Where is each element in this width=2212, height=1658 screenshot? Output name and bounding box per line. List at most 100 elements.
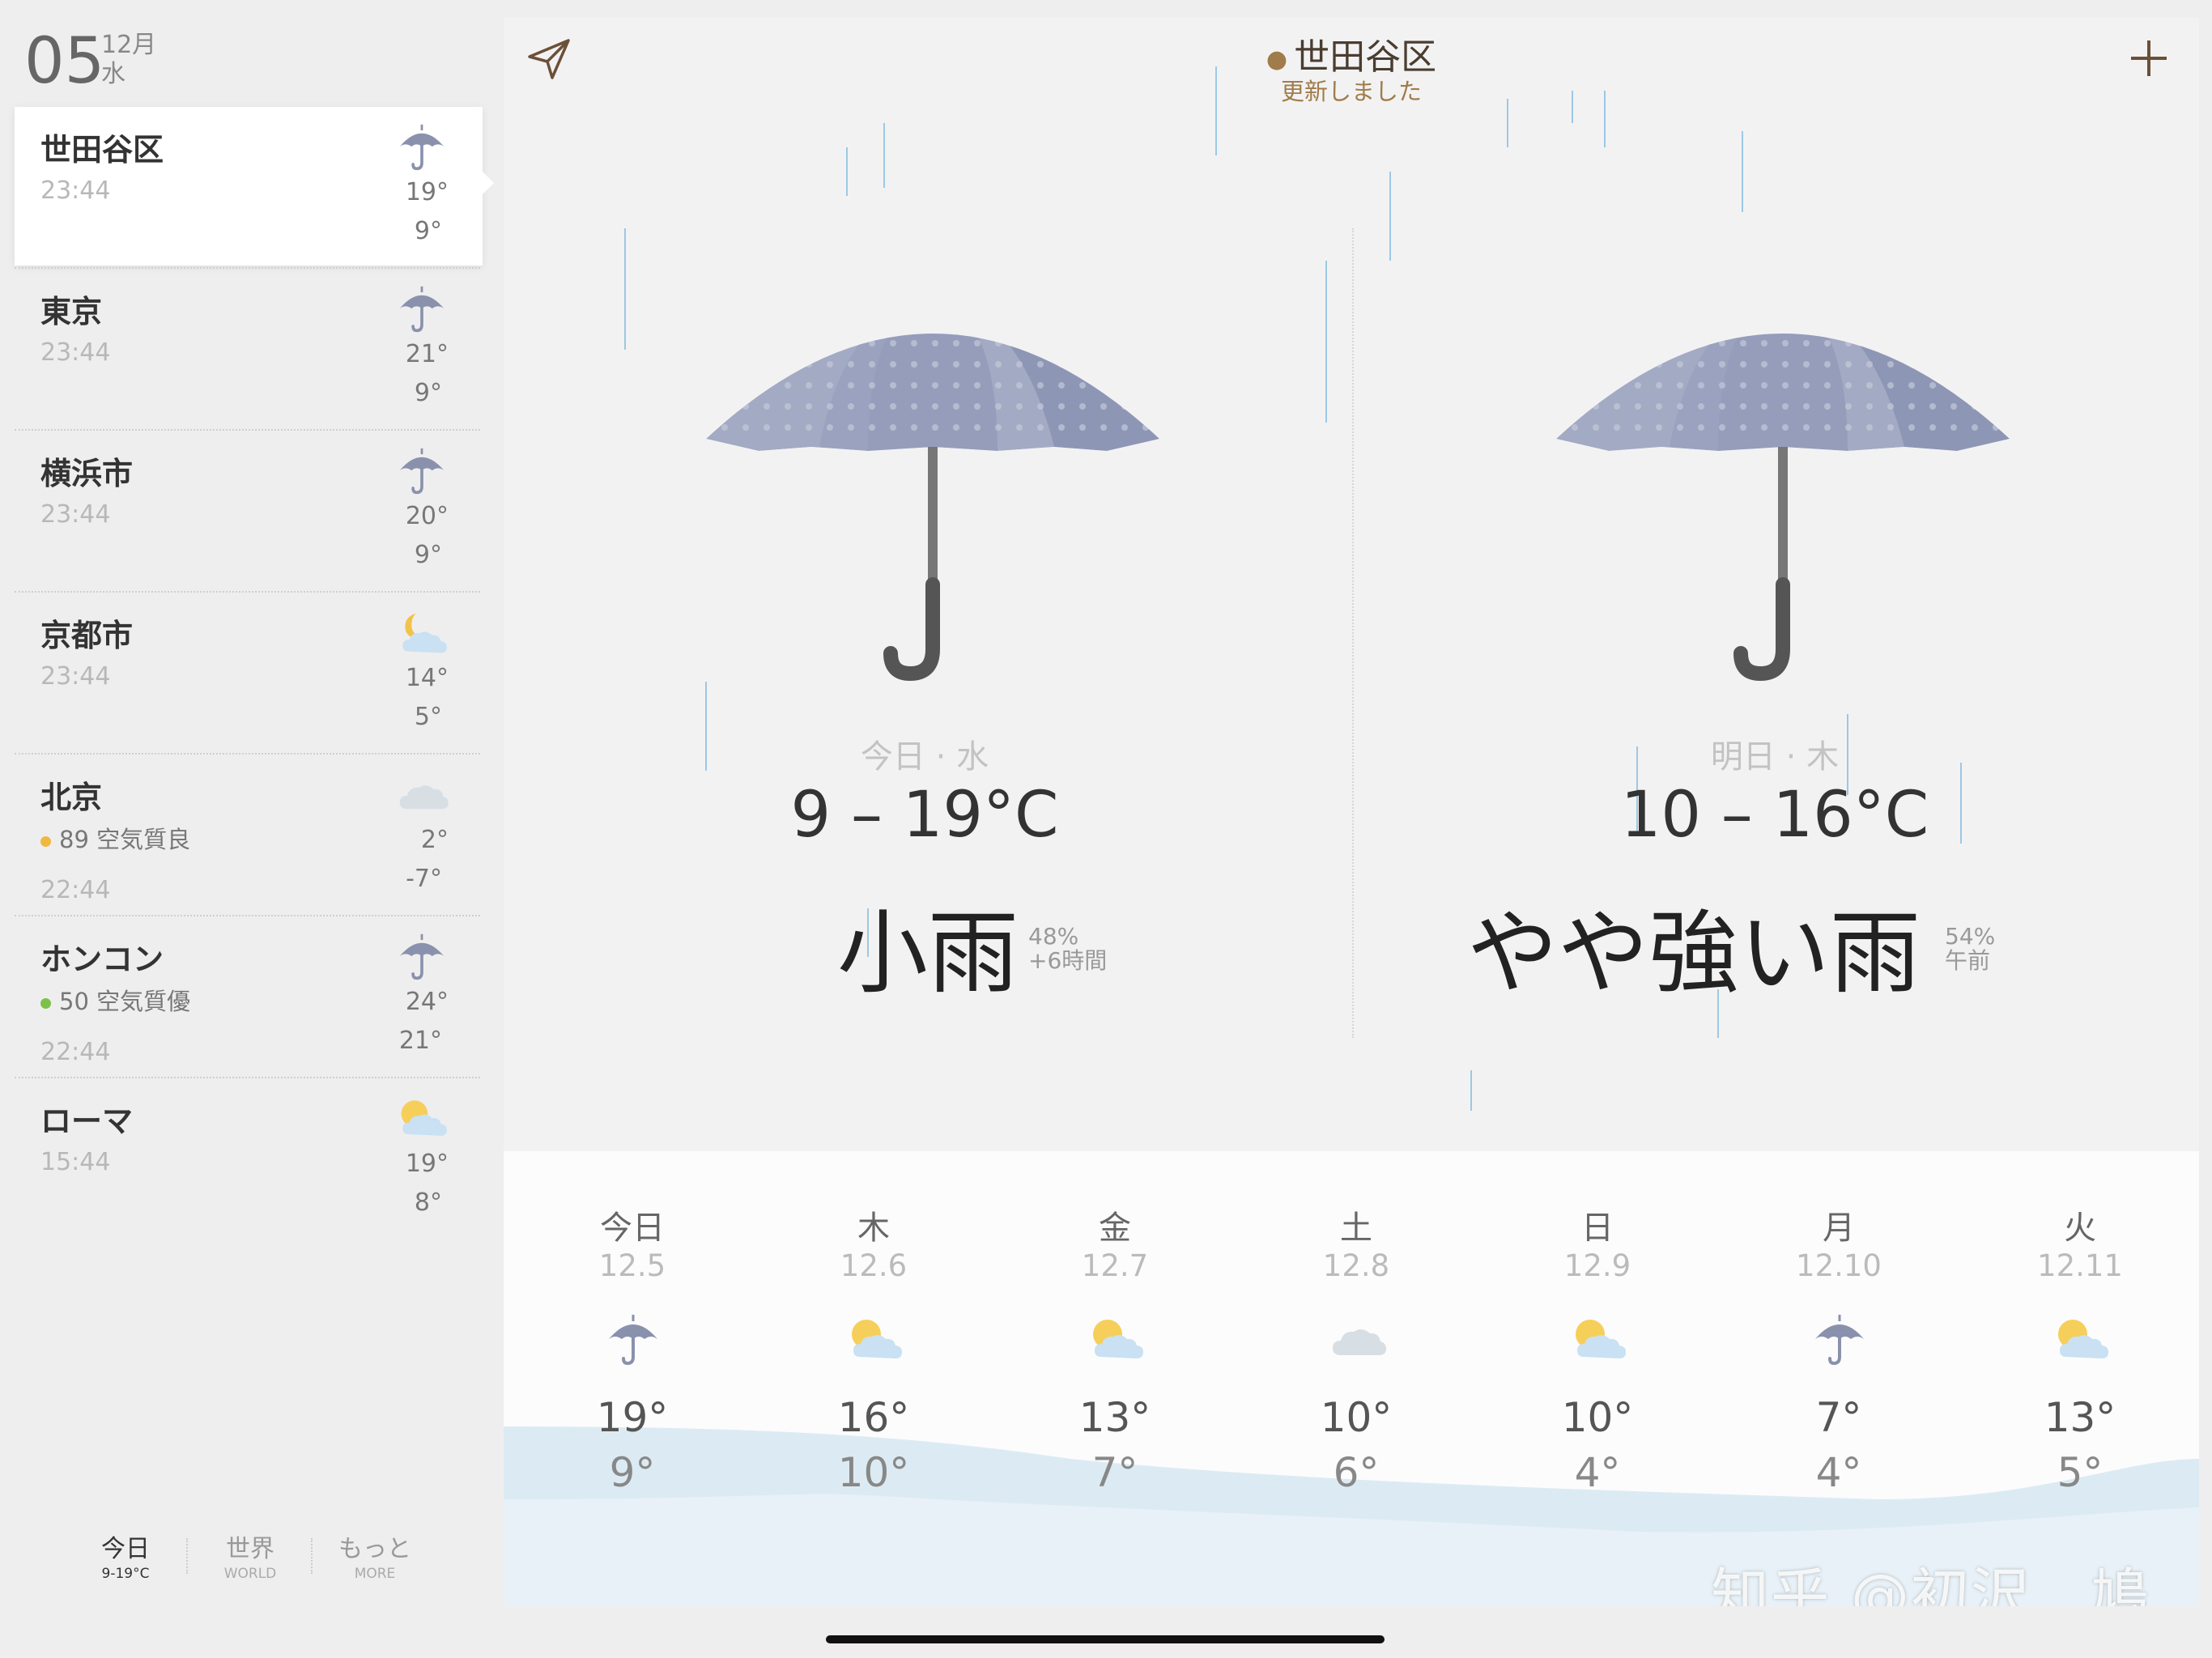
forecast-low-temp: 4° — [1815, 1449, 1862, 1496]
forecast-low-temp: 7° — [1091, 1449, 1138, 1496]
city-weather-icon — [395, 123, 449, 172]
forecast-day[interactable]: 日 12.9 10° 4° — [1477, 1151, 1718, 1606]
umbrella-icon — [1815, 1315, 1864, 1366]
tomorrow-label: 明日 · 木 — [1710, 738, 1840, 776]
home-indicator[interactable] — [826, 1635, 1385, 1643]
forecast-date: 12.6 — [840, 1248, 908, 1283]
city-low-temp: 5° — [414, 703, 442, 731]
forecast-high-temp: 16° — [837, 1394, 910, 1441]
city-row[interactable]: 東京 23:44 21° 9° — [15, 269, 483, 427]
forecast-date: 12.9 — [1563, 1248, 1631, 1283]
main-panel: ● 世田谷区 更新しました 今日 · 水 9 – 19°C 小雨 48% +6時間… — [504, 18, 2199, 1606]
tab-more-label: もっと — [338, 1535, 411, 1563]
city-name: 北京 — [40, 780, 103, 815]
forecast-date: 12.8 — [1322, 1248, 1390, 1283]
umbrella-illustration — [698, 244, 1184, 682]
city-separator — [15, 267, 480, 269]
city-high-temp: 14° — [405, 664, 449, 692]
forecast-low-temp: 10° — [837, 1449, 910, 1496]
city-row[interactable]: 横浜市 23:44 20° 9° — [15, 431, 483, 589]
tomorrow-meta: 54% 午前 — [1945, 925, 1995, 973]
forecast-day[interactable]: 木 12.6 16° 10° — [753, 1151, 994, 1606]
forecast-low-temp: 4° — [1574, 1449, 1621, 1496]
city-time: 22:44 — [40, 876, 111, 904]
forecast-date: 12.11 — [2037, 1248, 2123, 1283]
forecast-weather-icon — [1087, 1313, 1145, 1367]
aqi-text: 50 空気質優 — [59, 988, 191, 1015]
city-high-temp: 24° — [405, 988, 449, 1016]
city-separator — [15, 429, 480, 431]
aqi-text: 89 空気質良 — [59, 826, 191, 853]
city-row[interactable]: ホンコン 50 空気質優 22:44 24° 21° — [15, 916, 483, 1075]
cloud-icon — [399, 785, 449, 810]
forecast-day-label: 今日 — [600, 1209, 665, 1247]
forecast-date: 12.10 — [1796, 1248, 1882, 1283]
aqi-dot-icon — [40, 997, 51, 1009]
date-weekday: 水 — [101, 60, 125, 88]
city-separator — [15, 591, 480, 593]
city-weather-icon — [395, 285, 449, 334]
air-quality: 89 空気質良 — [40, 821, 190, 855]
forecast-weather-icon — [845, 1313, 904, 1367]
forecast-high-temp: 7° — [1815, 1394, 1862, 1441]
today-temp: 9 – 19°C — [790, 779, 1059, 852]
city-low-temp: 9° — [414, 217, 442, 245]
city-high-temp: 20° — [405, 502, 449, 530]
city-row[interactable]: ローマ 15:44 19° 8° — [15, 1078, 483, 1237]
tomorrow-panel: 明日 · 木 10 – 16°C やや強い雨 54% 午前 — [1354, 18, 2196, 1151]
tomorrow-condition: やや強い雨 — [1467, 901, 1921, 1006]
forecast-date: 12.7 — [1081, 1248, 1149, 1283]
forecast-day[interactable]: 今日 12.5 19° 9° — [512, 1151, 753, 1606]
city-sidebar: 05 12月 水 世田谷区 23:44 19° 9° 東京 23:44 21° 9° 横浜市 23… — [0, 0, 494, 1658]
weekly-forecast: 今日 12.5 19° 9° 木 12.6 16° 10° 金 12.7 13° 7° 土 12.8 10°… — [504, 1151, 2199, 1606]
forecast-day[interactable]: 金 12.7 13° 7° — [994, 1151, 1236, 1606]
city-low-temp: 21° — [398, 1027, 442, 1055]
city-row[interactable]: 世田谷区 23:44 19° 9° — [15, 107, 494, 266]
tab-more-sub: MORE — [354, 1566, 396, 1582]
tab-world-sub: WORLD — [223, 1566, 277, 1582]
forecast-day-label: 金 — [1099, 1209, 1131, 1247]
tab-divider — [186, 1538, 188, 1574]
city-row[interactable]: 京都市 23:44 14° 5° — [15, 593, 483, 751]
forecast-day-label: 日 — [1581, 1209, 1614, 1247]
umbrella-icon — [399, 448, 445, 495]
city-name: 京都市 — [40, 618, 134, 653]
tomorrow-period: 午前 — [1945, 947, 1991, 974]
city-weather-icon — [395, 771, 449, 819]
forecast-day[interactable]: 土 12.8 10° 6° — [1236, 1151, 1477, 1606]
tab-more[interactable]: もっと MORE — [330, 1528, 419, 1582]
forecast-high-temp: 13° — [2044, 1394, 2116, 1441]
forecast-high-temp: 13° — [1078, 1394, 1151, 1441]
city-separator — [15, 915, 480, 916]
city-row[interactable]: 北京 89 空気質良 22:44 2° -7° — [15, 755, 483, 913]
forecast-day[interactable]: 火 12.11 13° 5° — [1959, 1151, 2199, 1606]
forecast-weather-icon — [604, 1313, 662, 1367]
city-time: 23:44 — [40, 500, 111, 529]
city-name: ホンコン — [40, 942, 164, 977]
forecast-day-label: 月 — [1823, 1209, 1855, 1247]
sun-cloud-icon — [1093, 1320, 1143, 1358]
forecast-high-temp: 10° — [1561, 1394, 1634, 1441]
tab-world[interactable]: 世界 WORLD — [206, 1528, 295, 1582]
moon-cloud-icon — [402, 613, 447, 653]
city-high-temp: 21° — [405, 340, 449, 368]
date-day: 05 — [24, 25, 105, 98]
air-quality: 50 空気質優 — [40, 983, 190, 1017]
tab-today[interactable]: 今日 9-19°C — [81, 1528, 170, 1582]
city-high-temp: 2° — [420, 826, 449, 854]
city-weather-icon — [395, 1095, 449, 1143]
city-weather-icon — [395, 447, 449, 495]
date-month: 12月 — [101, 31, 157, 59]
tab-divider — [311, 1538, 313, 1574]
watermark: 知乎 @初沢 鳩 — [1711, 1562, 2150, 1606]
today-duration: +6時間 — [1028, 947, 1108, 974]
cloud-icon — [1333, 1329, 1386, 1355]
city-separator — [15, 753, 480, 755]
today-label: 今日 · 水 — [860, 738, 989, 776]
umbrella-illustration — [1548, 244, 2034, 682]
forecast-day[interactable]: 月 12.10 7° 4° — [1718, 1151, 1959, 1606]
city-name: 東京 — [40, 294, 103, 329]
aqi-dot-icon — [40, 835, 51, 847]
city-low-temp: 9° — [414, 541, 442, 569]
tomorrow-precip: 54% — [1945, 923, 1996, 950]
